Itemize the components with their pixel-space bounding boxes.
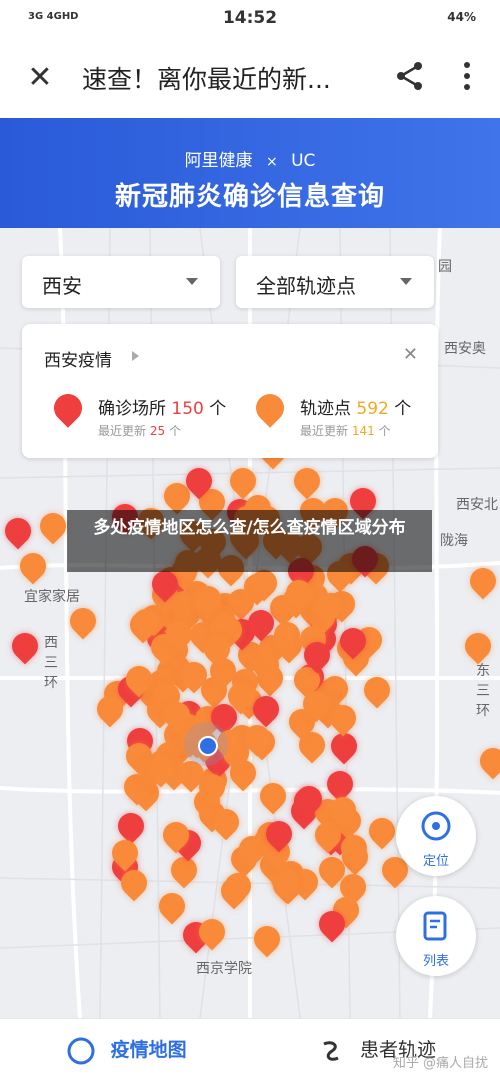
watermark: 知乎 @痛人自扰 — [392, 1056, 488, 1071]
compass-icon — [67, 1037, 95, 1064]
tab-epidemic-map[interactable]: 疫情地图 — [66, 1035, 187, 1066]
brand-alibaba: 阿里健康 — [184, 151, 253, 171]
map-label: 环 — [476, 703, 490, 719]
list-icon — [423, 911, 447, 941]
confirmed-count: 150 — [171, 399, 204, 419]
city-select[interactable]: 西安 — [22, 256, 220, 308]
map-label: 西安北 — [456, 497, 498, 513]
page-title: 速查！离你最近的新... — [82, 65, 331, 94]
status-bar: 3G 4GHD 14:52 44% — [0, 0, 500, 38]
locate-icon — [421, 811, 451, 841]
banner-headline: 新冠肺炎确诊信息查询 — [114, 182, 385, 212]
share-icon[interactable] — [392, 58, 428, 94]
chevron-down-icon — [400, 278, 412, 285]
battery-indicator: 44% — [447, 10, 476, 24]
summary-card: 西安疫情 ✕ 确诊场所 150 个 最近更新 25 个 轨迹点 592 个 最近… — [22, 324, 438, 458]
brand-row: 阿里健康 × UC — [0, 146, 500, 171]
list-label: 列表 — [422, 954, 449, 969]
brand-separator: × — [265, 154, 278, 170]
orange-pin-icon — [250, 388, 290, 428]
map-label: 环 — [44, 675, 58, 691]
confirmed-label: 确诊场所 150 个 — [98, 399, 227, 419]
track-label: 轨迹点 592 个 — [300, 399, 412, 419]
map-label: 三 — [476, 683, 490, 699]
banner: 阿里健康 × UC 新冠肺炎确诊信息查询 — [0, 118, 500, 228]
red-pin-icon — [48, 388, 88, 428]
confirmed-recent: 最近更新 25 个 — [98, 424, 181, 438]
map-label: 西安奥 — [444, 341, 486, 357]
track-icon — [323, 1040, 339, 1061]
close-icon[interactable]: ✕ — [20, 58, 60, 98]
more-icon[interactable] — [452, 58, 482, 94]
chevron-down-icon — [186, 278, 198, 285]
locate-button[interactable]: 定位 — [396, 796, 476, 876]
tab-map-label: 疫情地图 — [110, 1039, 187, 1061]
map-label: 宜家家居 — [24, 589, 80, 605]
list-button[interactable]: 列表 — [396, 896, 476, 976]
map-label: 西 — [44, 635, 58, 651]
map-label: 陇海 — [440, 533, 468, 549]
map-label: 三 — [44, 655, 58, 671]
bottom-tab-bar: 疫情地图 患者轨迹 — [0, 1018, 500, 1083]
article-caption-overlay: 多处疫情地区怎么查/怎么查疫情区域分布 — [67, 510, 432, 572]
clock: 14:52 — [222, 8, 278, 28]
current-location-marker — [184, 722, 228, 766]
card-title[interactable]: 西安疫情 — [44, 346, 112, 371]
type-select-value: 全部轨迹点 — [256, 274, 356, 298]
type-select[interactable]: 全部轨迹点 — [236, 256, 434, 308]
brand-uc: UC — [291, 151, 316, 171]
epidemic-map[interactable]: 园 西安奥 西安北 陇海 宜家家居 西 三 环 东 三 环 西京学院 西安 全部… — [0, 228, 500, 1018]
city-select-value: 西安 — [42, 274, 82, 298]
map-label: 西京学院 — [196, 961, 252, 977]
map-label: 园 — [438, 259, 452, 275]
top-bar: ✕ 速查！离你最近的新... — [0, 38, 500, 118]
locate-label: 定位 — [422, 854, 449, 869]
chevron-right-icon[interactable] — [132, 351, 139, 361]
close-icon[interactable]: ✕ — [403, 344, 418, 365]
track-count: 592 — [356, 399, 389, 419]
track-recent: 最近更新 141 个 — [300, 424, 391, 438]
